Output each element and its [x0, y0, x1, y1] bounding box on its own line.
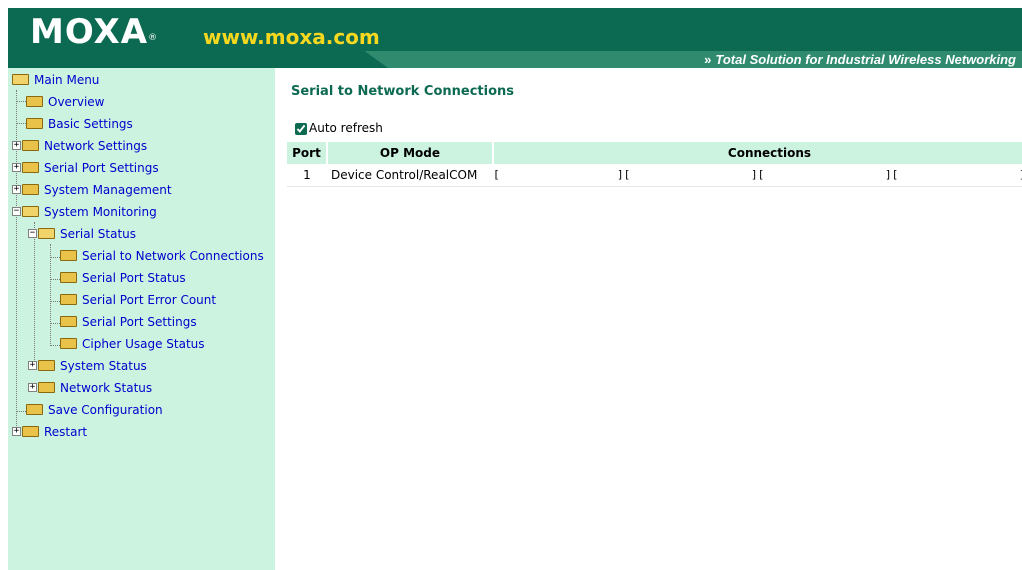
table-row: 1 Device Control/RealCOM [ ][ ][ ][ ]: [287, 164, 1022, 187]
column-header-connections: Connections: [492, 142, 1022, 164]
sidebar-item-basic-settings[interactable]: Basic Settings: [26, 113, 133, 135]
sidebar-item-serial-port-status[interactable]: Serial Port Status: [60, 267, 186, 289]
collapse-icon[interactable]: −: [12, 207, 21, 216]
sidebar-item-serial-status[interactable]: − Serial Status: [28, 223, 136, 245]
folder-icon: [26, 404, 43, 415]
folder-icon: [38, 382, 55, 393]
open-folder-icon: [12, 74, 29, 85]
folder-icon: [60, 250, 77, 261]
folder-icon: [26, 96, 43, 107]
expand-icon[interactable]: +: [12, 185, 21, 194]
tree-line: [16, 101, 26, 102]
connection-bracket: ][: [616, 168, 631, 181]
tree-line: [50, 257, 60, 258]
tree-line: [50, 244, 51, 346]
expand-icon[interactable]: +: [12, 163, 21, 172]
sidebar-item-serial-port-settings[interactable]: + Serial Port Settings: [12, 157, 159, 179]
port-cell: 1: [287, 164, 327, 187]
connection-bracket: [: [492, 168, 500, 181]
open-folder-icon: [38, 228, 55, 239]
connection-bracket: ][: [750, 168, 765, 181]
sidebar-item-cipher-usage-status[interactable]: Cipher Usage Status: [60, 333, 205, 355]
sidebar-item-serial-to-network-connections[interactable]: Serial to Network Connections: [60, 245, 264, 267]
collapse-icon[interactable]: −: [28, 229, 37, 238]
sidebar-item-network-status[interactable]: + Network Status: [28, 377, 152, 399]
op-mode-cell: Device Control/RealCOM: [326, 164, 493, 187]
expand-icon[interactable]: +: [28, 383, 37, 392]
expand-icon[interactable]: +: [28, 361, 37, 370]
moxa-logo: MOXA®: [30, 12, 159, 52]
folder-icon: [60, 272, 77, 283]
page-title: Serial to Network Connections: [291, 84, 515, 99]
tree-line: [16, 123, 26, 124]
connections-table: Port OP Mode Connections 1 Device Contro…: [287, 142, 1022, 187]
website-link[interactable]: www.moxa.com: [203, 25, 380, 49]
folder-icon: [38, 360, 55, 371]
auto-refresh-toggle[interactable]: Auto refresh: [295, 121, 383, 135]
tree-line: [50, 279, 60, 280]
sidebar-item-system-status[interactable]: + System Status: [28, 355, 147, 377]
connection-bracket: ][: [884, 168, 899, 181]
open-folder-icon: [22, 206, 39, 217]
sidebar-item-system-management[interactable]: + System Management: [12, 179, 172, 201]
connections-cell: [ ][ ][ ][ ]: [492, 164, 1022, 187]
folder-icon: [60, 294, 77, 305]
sidebar-item-system-monitoring[interactable]: − System Monitoring: [12, 201, 157, 223]
connection-slots: [ ][ ][ ][ ]: [493, 164, 1022, 186]
double-chevron-icon: »: [704, 52, 712, 67]
tree-line: [50, 323, 60, 324]
folder-icon: [22, 426, 39, 437]
sidebar-item-serial-port-error-count[interactable]: Serial Port Error Count: [60, 289, 216, 311]
tree-line: [50, 345, 60, 346]
column-header-port: Port: [287, 142, 328, 164]
table-header-row: Port OP Mode Connections: [287, 142, 1022, 164]
tree-line: [50, 301, 60, 302]
sidebar-item-network-settings[interactable]: + Network Settings: [12, 135, 147, 157]
auto-refresh-label: Auto refresh: [309, 121, 383, 135]
folder-icon: [22, 162, 39, 173]
main-content: Serial to Network Connections Auto refre…: [275, 68, 1022, 570]
expand-icon[interactable]: +: [12, 427, 21, 436]
sidebar-item-serial-port-settings-status[interactable]: Serial Port Settings: [60, 311, 197, 333]
sidebar-item-restart[interactable]: + Restart: [12, 421, 87, 443]
auto-refresh-checkbox[interactable]: [295, 122, 307, 135]
sidebar-item-main-menu[interactable]: Main Menu: [12, 69, 99, 91]
folder-icon: [22, 184, 39, 195]
tree-line: [16, 411, 26, 412]
sidebar-item-overview[interactable]: Overview: [26, 91, 105, 113]
folder-icon: [60, 338, 77, 349]
tagline: » Total Solution for Industrial Wireless …: [704, 52, 1016, 67]
expand-icon[interactable]: +: [12, 141, 21, 150]
sidebar-menu-tree: Main Menu Overview Basic Settings + Netwo…: [8, 68, 275, 570]
folder-icon: [26, 118, 43, 129]
header-banner: MOXA® www.moxa.com » Total Solution for I…: [8, 8, 1022, 68]
column-header-op-mode: OP Mode: [326, 142, 494, 164]
folder-icon: [22, 140, 39, 151]
sidebar-item-save-configuration[interactable]: Save Configuration: [26, 399, 163, 421]
folder-icon: [60, 316, 77, 327]
